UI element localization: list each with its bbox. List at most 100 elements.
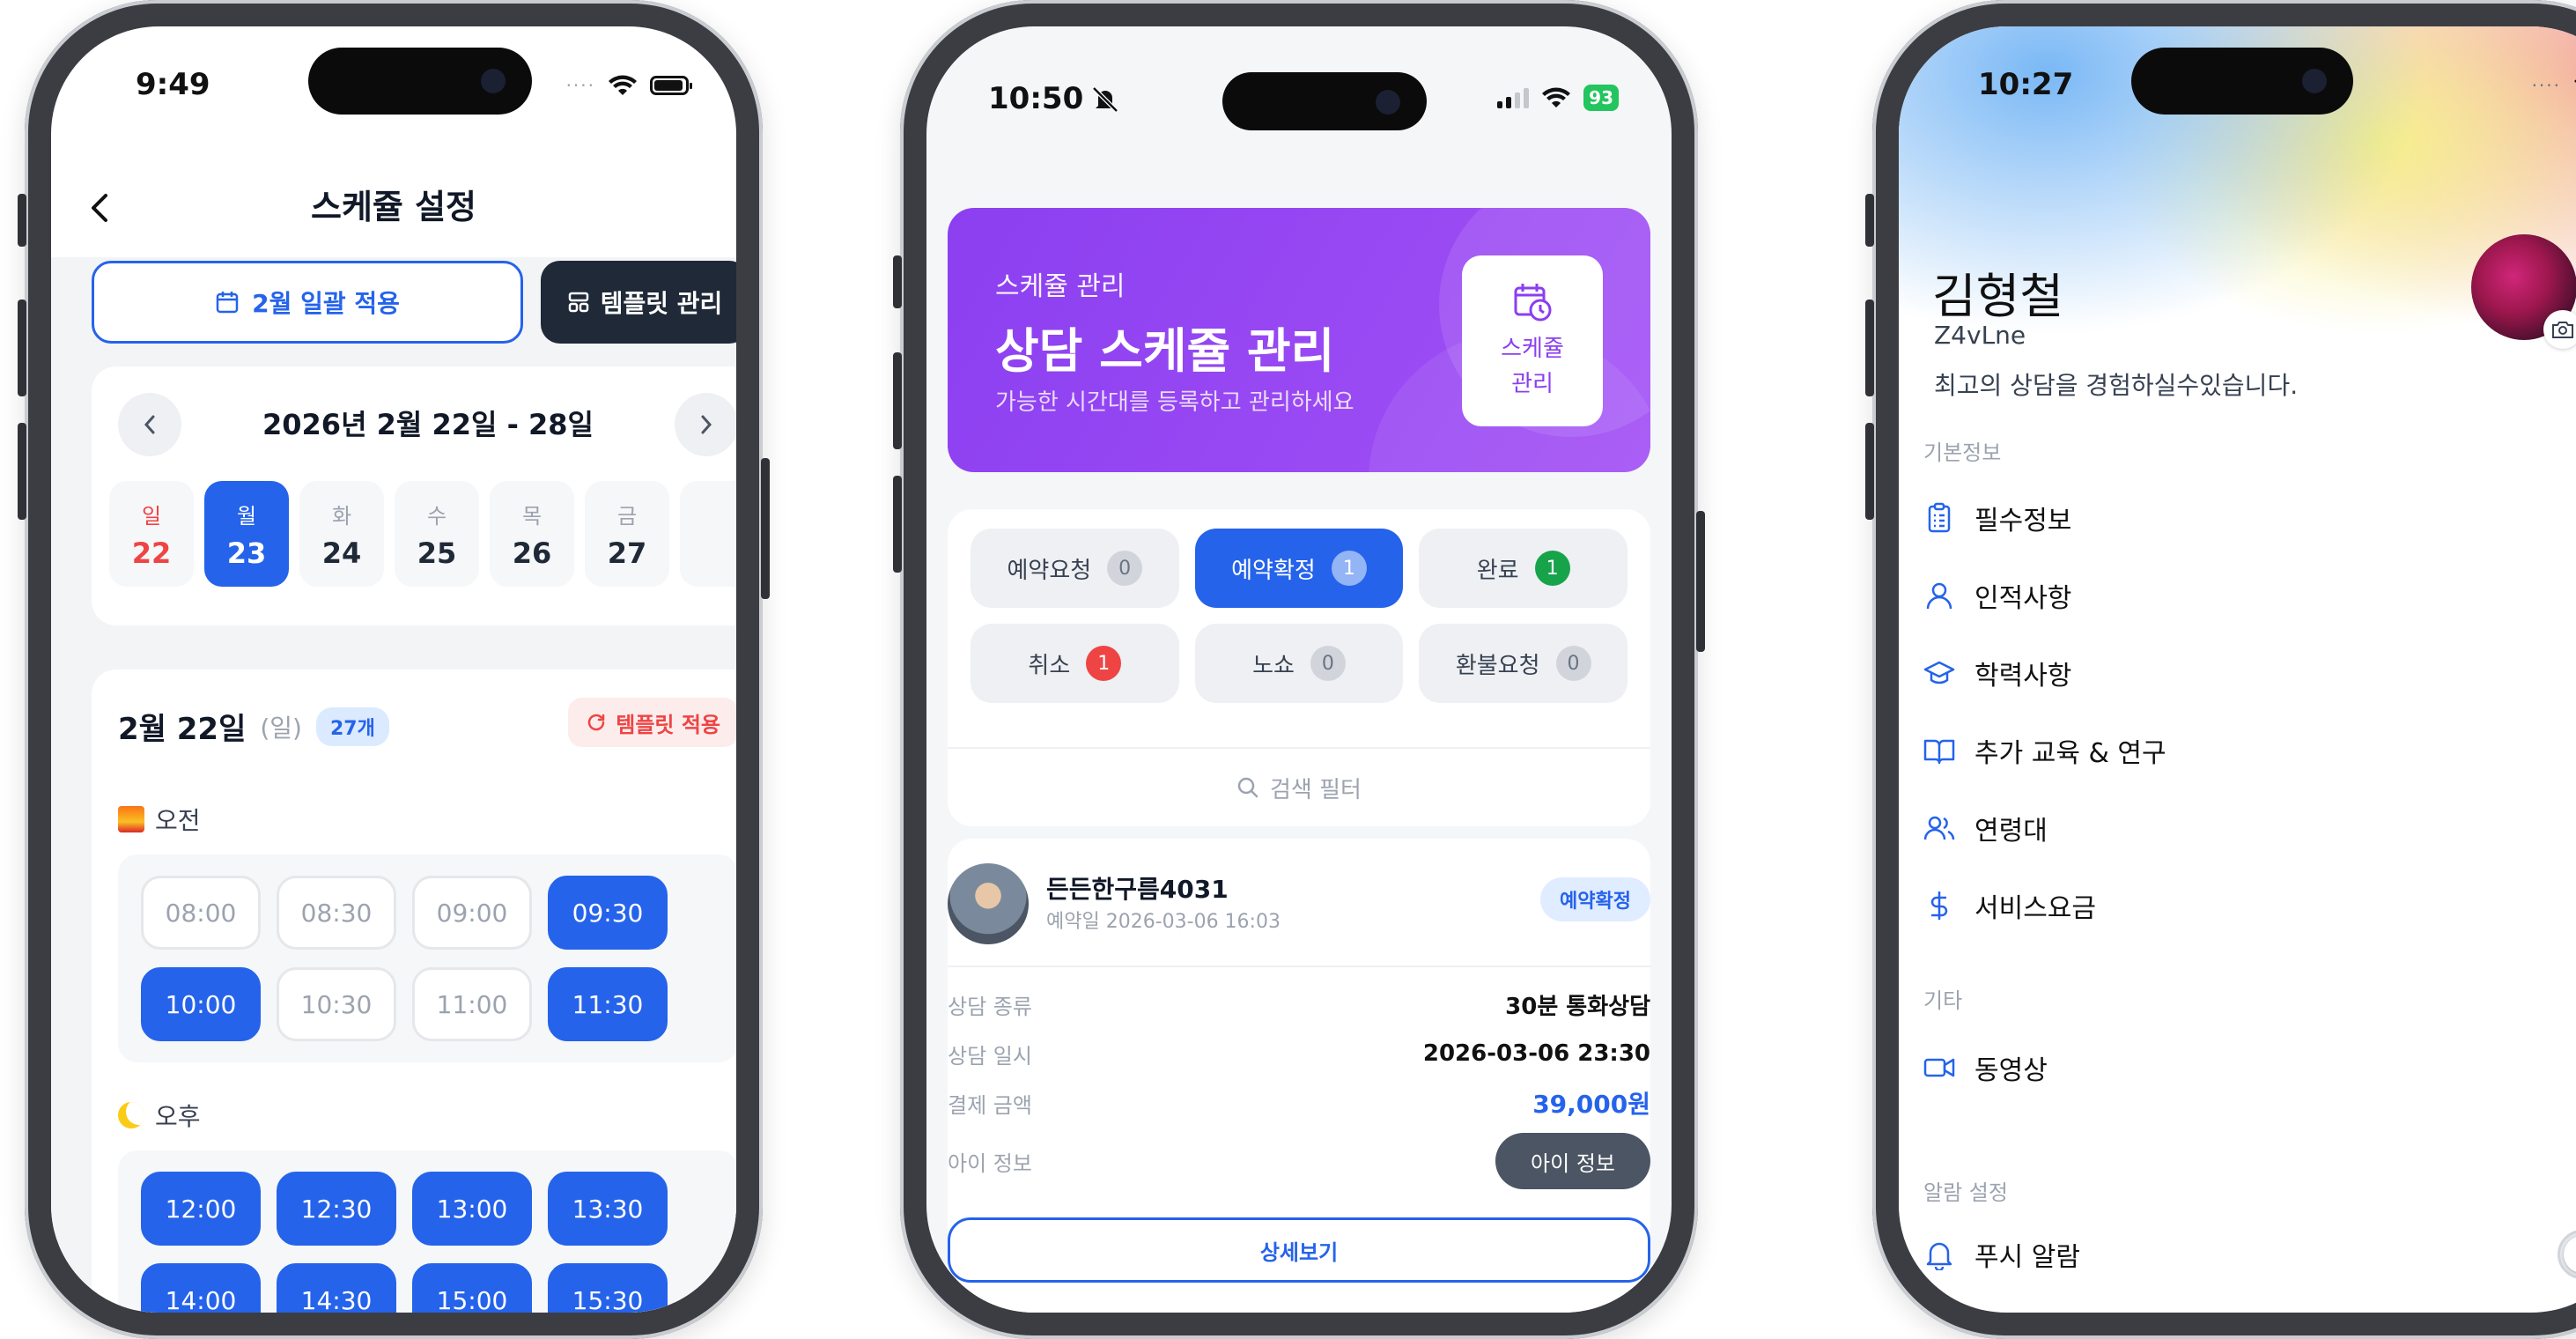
status-label: 예약요청 — [1007, 557, 1092, 584]
users-icon — [1923, 816, 1955, 840]
menu-item-required-info[interactable]: 필수정보 › — [1923, 492, 2576, 544]
banner-subtitle: 스케쥴 관리 — [995, 271, 1126, 302]
day-date: 27 — [607, 536, 647, 570]
status-chip-confirmed[interactable]: 예약확정 1 — [1194, 529, 1404, 608]
search-filter-button[interactable]: 검색 필터 — [948, 747, 1650, 826]
clipboard-icon — [1928, 502, 1951, 533]
template-manage-button[interactable]: 템플릿 관리 — [541, 261, 736, 344]
signal-dots-icon: ···· — [565, 75, 595, 96]
page-title: 스케쥴 설정 — [310, 188, 477, 226]
time-slot-active[interactable]: 14:00 — [141, 1263, 261, 1313]
user-icon — [1926, 582, 1952, 610]
time-slot-active[interactable]: 14:30 — [277, 1263, 396, 1313]
next-week-button[interactable] — [675, 393, 736, 456]
bell-icon — [1926, 1242, 1952, 1270]
status-label: 취소 — [1028, 652, 1071, 679]
status-chip-completed[interactable]: 완료 1 — [1419, 529, 1628, 608]
status-chip-refund[interactable]: 환불요청 0 — [1419, 624, 1628, 703]
time-slot[interactable]: 09:00 — [412, 876, 532, 950]
phone-schedule-settings: 9:49 ···· 스케쥴 설정 2월 일괄 적용 템플릿 관리 2026년 2… — [18, 0, 770, 1339]
child-info-button[interactable]: 아이 정보 — [1495, 1133, 1650, 1189]
section-other: 기타 — [1923, 988, 1963, 1013]
phone-profile: 10:27 ···· 김형철 Z4vLne 최고의 상담을 경험하실수있습니다.… — [1865, 0, 2576, 1339]
time-slot[interactable]: 08:30 — [277, 876, 396, 950]
status-icons: 93 — [1497, 85, 1619, 111]
status-time: 10:50 — [988, 81, 1084, 116]
time-slot-active[interactable]: 13:00 — [412, 1172, 532, 1246]
template-manage-label: 템플릿 관리 — [600, 289, 723, 318]
day-cell[interactable]: 화 24 — [299, 481, 384, 587]
day-cell[interactable]: 일 22 — [109, 481, 194, 587]
time-slot-active[interactable]: 10:00 — [141, 967, 261, 1041]
schedule-manage-tile[interactable]: 스케쥴 관리 — [1462, 255, 1603, 426]
time-slot[interactable]: 10:30 — [277, 967, 396, 1041]
schedule-banner: 스케쥴 관리 상담 스케쥴 관리 가능한 시간대를 등록하고 관리하세요 스케쥴… — [948, 208, 1650, 472]
info-key: 상담 일시 — [948, 1043, 1032, 1069]
book-icon — [1923, 739, 1955, 765]
side-button — [18, 423, 26, 520]
time-slot[interactable]: 08:00 — [141, 876, 261, 950]
banner-title: 상담 스케쥴 관리 — [995, 323, 1335, 379]
menu-item-service-fee[interactable]: 서비스요금 › — [1923, 879, 2576, 932]
push-alarm-toggle[interactable] — [2558, 1230, 2576, 1279]
time-slot-active[interactable]: 12:30 — [277, 1172, 396, 1246]
reservation-date: 예약일 2026-03-06 16:03 — [1046, 911, 1281, 933]
time-slot-active[interactable]: 15:30 — [548, 1263, 668, 1313]
battery-percent: 93 — [1589, 87, 1613, 108]
status-count: 1 — [1534, 551, 1570, 586]
info-row-child: 아이 정보 아이 정보 — [948, 1129, 1650, 1193]
change-photo-button[interactable] — [2543, 310, 2576, 349]
status-chip-noshow[interactable]: 노쇼 0 — [1194, 624, 1404, 703]
selected-date: 2월 22일 — [118, 712, 247, 747]
time-slot-active[interactable]: 09:30 — [548, 876, 668, 950]
time-slot-active[interactable]: 15:00 — [412, 1263, 532, 1313]
time-slot-active[interactable]: 13:30 — [548, 1172, 668, 1246]
graduation-cap-icon — [1923, 661, 1955, 684]
apply-template-button[interactable]: 템플릿 적용 — [568, 698, 736, 747]
menu-label: 추가 교육 & 연구 — [1974, 738, 2166, 769]
status-grid: 예약요청 0 예약확정 1 완료 1 취소 1 노쇼 0 환불요청 0 — [971, 529, 1628, 703]
detail-button[interactable]: 상세보기 — [948, 1217, 1650, 1283]
time-slot-active[interactable]: 12:00 — [141, 1172, 261, 1246]
slot-count-badge: 27개 — [315, 706, 389, 746]
status-chip-cancelled[interactable]: 취소 1 — [971, 624, 1179, 703]
section-alarm: 알람 설정 — [1923, 1180, 2008, 1205]
menu-label: 푸시 알람 — [1974, 1242, 2080, 1273]
day-cell-partial[interactable] — [680, 481, 736, 587]
banner-description: 가능한 시간대를 등록하고 관리하세요 — [995, 389, 1354, 416]
day-cell[interactable]: 수 25 — [395, 481, 479, 587]
search-filter-label: 검색 필터 — [1270, 776, 1362, 803]
side-button — [1865, 423, 1874, 520]
video-icon — [1923, 1058, 1955, 1077]
menu-label: 서비스요금 — [1974, 893, 2096, 924]
status-label: 환불요청 — [1455, 652, 1540, 679]
status-bar: 10:50 93 — [926, 81, 1672, 134]
day-cell[interactable]: 목 26 — [490, 481, 574, 587]
day-weekday: 금 — [616, 503, 638, 529]
silent-bell-icon — [1090, 85, 1120, 118]
phone-consult-schedule: 10:50 93 스케쥴 관리 상담 스케쥴 관리 가능한 시간대를 등록하고 … — [893, 0, 1705, 1339]
day-date: 26 — [512, 536, 552, 570]
divider — [948, 965, 1650, 967]
side-button — [893, 476, 902, 573]
time-slot-active[interactable]: 11:30 — [548, 967, 668, 1041]
apply-template-label: 템플릿 적용 — [616, 712, 720, 737]
time-slot[interactable]: 11:00 — [412, 967, 532, 1041]
day-weekday: 월 — [236, 503, 257, 529]
status-label: 노쇼 — [1252, 652, 1295, 679]
morning-header: 오전 — [118, 802, 201, 837]
menu-item-push-alarm: 푸시 알람 — [1923, 1228, 2576, 1281]
status-chip-requested[interactable]: 예약요청 0 — [971, 529, 1179, 608]
menu-item-personal-info[interactable]: 인적사항 › — [1923, 569, 2576, 622]
menu-item-video[interactable]: 동영상 › — [1923, 1041, 2576, 1094]
status-label: 예약확정 — [1231, 557, 1316, 584]
menu-item-age-group[interactable]: 연령대 › — [1923, 802, 2576, 854]
day-cell[interactable]: 금 27 — [585, 481, 669, 587]
day-cell-selected[interactable]: 월 23 — [204, 481, 289, 587]
apply-month-button[interactable]: 2월 일괄 적용 — [92, 261, 523, 344]
menu-item-research[interactable]: 추가 교육 & 연구 › — [1923, 724, 2576, 777]
menu-item-education[interactable]: 학력사항 › — [1923, 647, 2576, 699]
status-bar: 10:27 ···· — [1899, 65, 2576, 118]
battery-icon — [650, 76, 692, 95]
day-date: 24 — [321, 536, 362, 570]
